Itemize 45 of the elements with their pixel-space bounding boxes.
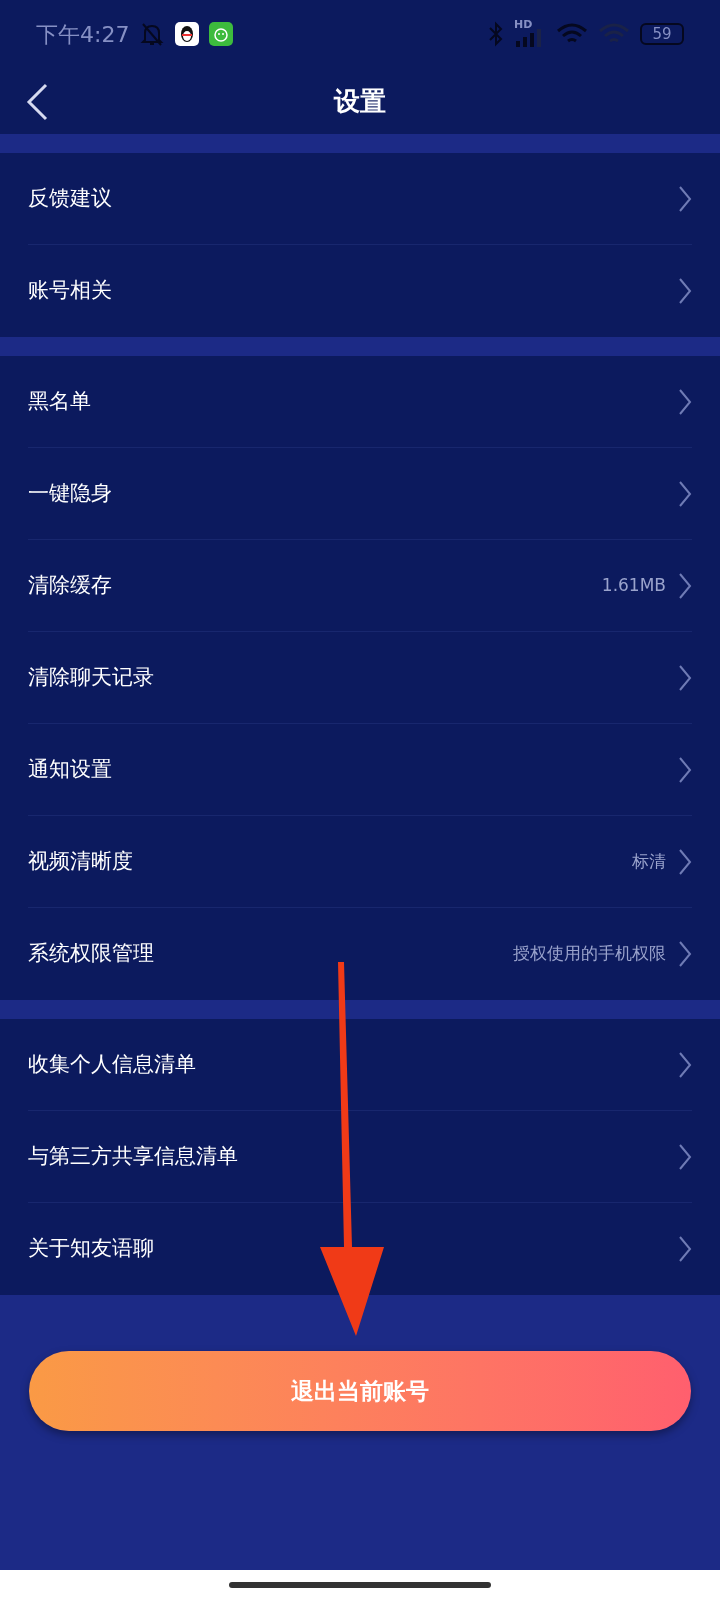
penguin-app-icon bbox=[175, 22, 200, 46]
row-label: 账号相关 bbox=[28, 277, 113, 305]
bell-off-icon bbox=[139, 21, 166, 47]
chevron-right-icon bbox=[678, 1051, 692, 1078]
row-label: 反馈建议 bbox=[28, 184, 113, 212]
chevron-right-icon bbox=[678, 278, 692, 304]
row-value: 授权使用的手机权限 bbox=[513, 942, 666, 966]
chevron-right-icon bbox=[678, 848, 692, 875]
row-label: 清除缓存 bbox=[28, 571, 113, 599]
settings-row[interactable]: 反馈建议 bbox=[28, 153, 692, 245]
row-label: 关于知友语聊 bbox=[28, 1235, 155, 1263]
settings-row[interactable]: 黑名单 bbox=[28, 356, 692, 448]
row-label: 视频清晰度 bbox=[28, 847, 134, 875]
settings-row[interactable]: 清除聊天记录 bbox=[28, 632, 692, 724]
page-title: 设置 bbox=[334, 84, 386, 118]
settings-row[interactable]: 通知设置 bbox=[28, 724, 692, 816]
chevron-right-icon bbox=[678, 480, 692, 507]
chevron-right-icon bbox=[678, 572, 692, 599]
settings-row[interactable]: 清除缓存 1.61MB bbox=[28, 540, 692, 632]
status-time: 下午4:27 bbox=[36, 20, 130, 49]
settings-row[interactable]: 视频清晰度 标清 bbox=[28, 816, 692, 908]
row-label: 系统权限管理 bbox=[28, 940, 155, 968]
bluetooth-icon bbox=[488, 21, 504, 47]
chevron-right-icon bbox=[678, 756, 692, 783]
row-value: 1.61MB bbox=[601, 573, 666, 597]
chevron-right-icon bbox=[678, 664, 692, 691]
settings-row[interactable]: 关于知友语聊 bbox=[28, 1203, 692, 1295]
back-icon[interactable] bbox=[26, 83, 48, 121]
row-label: 通知设置 bbox=[28, 755, 113, 783]
settings-row[interactable]: 一键隐身 bbox=[28, 448, 692, 540]
chevron-right-icon bbox=[678, 185, 692, 212]
chevron-right-icon bbox=[678, 1143, 692, 1170]
settings-row[interactable]: 账号相关 bbox=[28, 245, 692, 337]
row-value: 标清 bbox=[632, 849, 666, 873]
row-label: 收集个人信息清单 bbox=[28, 1050, 197, 1078]
chevron-right-icon bbox=[678, 388, 692, 415]
chevron-right-icon bbox=[678, 1236, 692, 1262]
robot-app-icon bbox=[209, 22, 234, 46]
settings-row[interactable]: 系统权限管理 授权使用的手机权限 bbox=[28, 908, 692, 1000]
row-label: 黑名单 bbox=[28, 387, 92, 415]
row-label: 与第三方共享信息清单 bbox=[28, 1142, 239, 1170]
row-label: 一键隐身 bbox=[28, 479, 113, 507]
chevron-right-icon bbox=[678, 941, 692, 967]
battery-icon: 59 bbox=[640, 23, 684, 45]
row-label: 清除聊天记录 bbox=[28, 663, 155, 691]
